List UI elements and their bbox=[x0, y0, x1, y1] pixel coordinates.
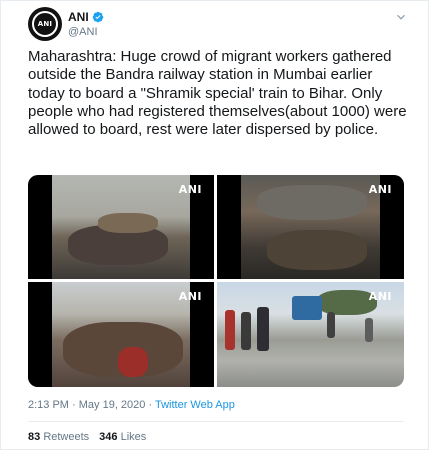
crowd-shape bbox=[267, 230, 367, 270]
divider bbox=[28, 421, 404, 422]
person-shape bbox=[327, 312, 335, 338]
likes-stat[interactable]: 346 Likes bbox=[99, 431, 146, 443]
name-row[interactable]: ANI bbox=[68, 10, 104, 24]
display-name[interactable]: ANI bbox=[68, 10, 89, 24]
media-item-1[interactable]: ANI bbox=[28, 175, 214, 279]
chevron-down-icon[interactable] bbox=[394, 10, 408, 24]
verified-badge-icon bbox=[92, 11, 103, 23]
media-item-3[interactable]: ANI bbox=[28, 282, 214, 387]
tweet-text: Maharashtra: Huge crowd of migrant worke… bbox=[28, 48, 407, 139]
vehicle-shape bbox=[292, 296, 322, 320]
likes-count: 346 bbox=[99, 431, 118, 443]
person-shape bbox=[365, 318, 373, 342]
crowd-shape bbox=[118, 347, 148, 377]
media-item-2[interactable]: ANI bbox=[217, 175, 404, 279]
letterbox bbox=[28, 175, 52, 279]
ani-watermark: ANI bbox=[178, 290, 202, 303]
person-shape bbox=[241, 312, 251, 350]
ani-watermark: ANI bbox=[178, 183, 202, 196]
tweet-card: ANI ANI @ANI Maharashtra: Huge crowd of … bbox=[0, 0, 429, 450]
ani-watermark: ANI bbox=[368, 290, 392, 303]
media-item-4[interactable]: ANI bbox=[217, 282, 404, 387]
timestamp[interactable]: 2:13 PM · May 19, 2020 · bbox=[28, 399, 152, 411]
media-grid: ANI ANI ANI ANI bbox=[28, 175, 404, 387]
avatar[interactable]: ANI bbox=[28, 7, 62, 41]
likes-label: Likes bbox=[120, 431, 147, 443]
tweet-header: ANI ANI @ANI bbox=[28, 7, 408, 43]
letterbox bbox=[28, 282, 52, 387]
source-link[interactable]: Twitter Web App bbox=[155, 399, 235, 411]
retweets-label: Retweets bbox=[43, 431, 90, 443]
tweet-stats: 83 Retweets 346 Likes bbox=[28, 431, 146, 443]
person-shape bbox=[257, 307, 269, 351]
user-handle[interactable]: @ANI bbox=[68, 26, 98, 38]
crowd-shape bbox=[98, 213, 158, 233]
ani-watermark: ANI bbox=[368, 183, 392, 196]
retweets-stat[interactable]: 83 Retweets bbox=[28, 431, 89, 443]
crowd-shape bbox=[257, 185, 367, 220]
person-shape bbox=[225, 310, 235, 350]
retweets-count: 83 bbox=[28, 431, 41, 443]
avatar-text: ANI bbox=[37, 20, 53, 28]
avatar-logo: ANI bbox=[32, 11, 58, 37]
tweet-meta: 2:13 PM · May 19, 2020 · Twitter Web App bbox=[28, 399, 235, 411]
letterbox bbox=[217, 175, 241, 279]
